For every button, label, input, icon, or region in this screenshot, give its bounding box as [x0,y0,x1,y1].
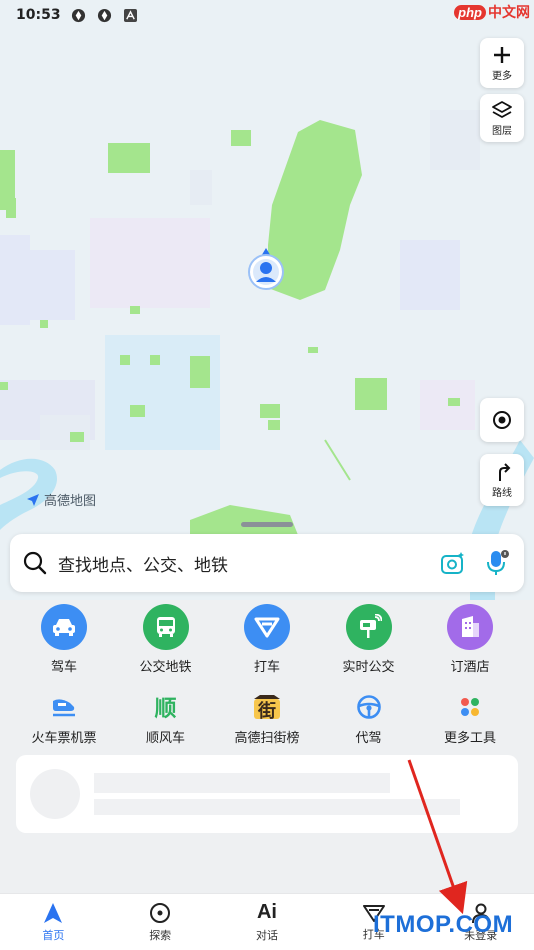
bus-icon [142,604,189,650]
amap-logo-icon [27,493,39,506]
php-site-name: 中文网 [488,5,530,21]
shortcut-label: 订酒店 [450,660,490,675]
drag-handle[interactable] [241,522,293,527]
nav-label: 对话 [255,929,278,942]
shortcut-train-flight[interactable]: 火车票机票 [14,693,114,746]
shortcut-label: 公交地铁 [139,660,192,675]
plus-icon [494,46,510,63]
loading-placeholder-card [16,755,518,833]
shortcut-grid: 驾车 公交地铁 打车 实时公交 订酒店 火车票机票 顺 顺风车 街 高德扫街榜 … [0,604,534,746]
more-tools-icon [455,693,485,721]
route-button[interactable]: 路线 [480,454,524,506]
shortcut-label: 代驾 [355,731,382,746]
rideshare-icon: 顺 [151,693,181,722]
realtime-bus-icon [345,604,392,650]
amap-logo-text: 高德地图 [44,494,97,509]
shortcut-label: 高德扫街榜 [234,731,300,746]
placeholder-line [94,773,390,793]
aperture-icon [97,7,113,23]
current-location-marker[interactable] [246,246,286,292]
shortcut-label: 实时公交 [342,660,395,675]
status-time: 10:53 [16,7,61,23]
shortcut-more-tools[interactable]: 更多工具 [420,693,520,746]
nav-label: 探索 [149,928,172,942]
nav-label: 首页 [42,928,65,942]
layers-button[interactable]: 图层 [480,94,524,142]
shortcut-street-ranking[interactable]: 街 高德扫街榜 [217,693,317,746]
shortcut-realtime-bus[interactable]: 实时公交 [319,604,419,675]
route-label: 路线 [492,487,512,499]
nav-explore[interactable]: 探索 [107,894,214,950]
amap-logo: 高德地图 [26,490,96,509]
layers-icon [492,100,512,118]
php-badge: php [454,4,486,20]
layers-label: 图层 [492,125,512,137]
hotel-icon [447,604,493,650]
street-glyph: 街 [258,701,276,722]
explore-pin-icon [150,902,171,923]
rideshare-glyph: 顺 [154,697,177,722]
shortcut-taxi[interactable]: 打车 [217,604,317,675]
aperture-icon [71,7,87,23]
steering-wheel-icon [354,693,384,721]
search-icon [23,551,47,575]
shortcut-label: 打车 [253,660,280,675]
car-icon [41,604,87,650]
shortcut-rideshare[interactable]: 顺 顺风车 [116,693,216,746]
itmop-watermark: ITMOP.COM [373,911,514,938]
ai-icon: Ai [256,901,277,923]
street-ranking-icon: 街 [252,693,282,722]
more-label: 更多 [492,70,512,82]
voice-mic-icon[interactable] [482,548,512,578]
home-arrow-icon [44,902,63,923]
map-view[interactable] [0,0,534,600]
nav-chat[interactable]: Ai 对话 [214,894,321,950]
train-icon [49,693,79,721]
shortcut-drive[interactable]: 驾车 [14,604,114,675]
map-terrain [0,110,534,600]
shortcut-hotel[interactable]: 订酒店 [420,604,520,675]
taxi-icon [244,604,290,650]
shortcut-label: 火车票机票 [31,731,97,746]
more-button[interactable]: 更多 [480,38,524,88]
locate-button[interactable] [480,398,524,442]
search-input[interactable]: 查找地点、公交、地铁 [58,551,424,576]
route-arrow-icon [499,462,511,481]
placeholder-avatar [30,769,80,819]
nav-home[interactable]: 首页 [0,894,107,950]
primary-shortcuts-row: 驾车 公交地铁 打车 实时公交 订酒店 [0,604,534,675]
scan-camera-icon[interactable] [438,548,468,578]
php-watermark: php 中文网 [454,2,530,22]
secondary-shortcuts-row: 火车票机票 顺 顺风车 街 高德扫街榜 代驾 更多工具 [0,693,534,746]
locate-icon [493,411,511,429]
shortcut-designated-driver[interactable]: 代驾 [319,693,419,746]
shortcut-bus-metro[interactable]: 公交地铁 [116,604,216,675]
shortcut-label: 顺风车 [145,731,185,746]
shortcut-label: 更多工具 [443,731,496,746]
search-bar[interactable]: 查找地点、公交、地铁 [10,534,524,592]
notification-a-icon [123,7,139,23]
shortcut-label: 驾车 [50,660,77,675]
placeholder-line [94,799,460,815]
